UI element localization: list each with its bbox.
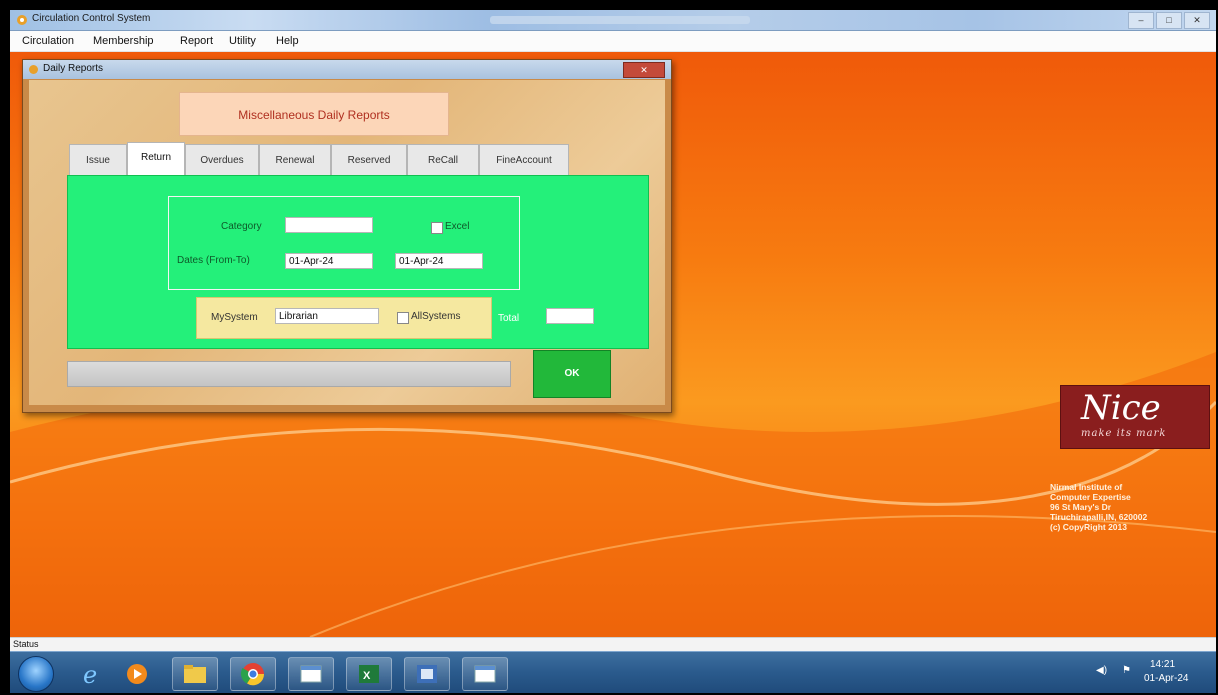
tab-recall[interactable]: ReCall — [407, 144, 479, 175]
institute-line: Computer Expertise — [1050, 492, 1131, 502]
tray-date[interactable]: 01-Apr-24 — [1144, 673, 1188, 684]
dialog-body: Miscellaneous Daily Reports Issue Return… — [29, 80, 665, 405]
institute-info: Nirmal Institute of Computer Expertise 9… — [1050, 482, 1210, 532]
tab-issue[interactable]: Issue — [69, 144, 127, 175]
tab-overdues[interactable]: Overdues — [185, 144, 259, 175]
tab-fineaccount[interactable]: FineAccount — [479, 144, 569, 175]
blurred-window-title — [490, 16, 750, 24]
chrome-taskbar-icon[interactable] — [230, 657, 276, 691]
institute-line: (c) CopyRight 2013 — [1050, 522, 1127, 532]
progress-bar — [67, 361, 511, 387]
menu-utility[interactable]: Utility — [229, 35, 256, 47]
tab-return[interactable]: Return — [127, 142, 185, 175]
dialog-title: Daily Reports — [43, 63, 104, 74]
media-player-taskbar-icon[interactable] — [114, 657, 160, 691]
app-window: Circulation Control System – □ ✕ Circula… — [10, 10, 1216, 693]
nice-logo: Nice make its mark — [1060, 385, 1210, 449]
minimize-button[interactable]: – — [1128, 12, 1154, 29]
date-to-input[interactable]: 01-Apr-24 — [395, 253, 483, 269]
title-bar: Circulation Control System – □ ✕ — [10, 10, 1216, 31]
mysystem-label: MySystem — [211, 312, 258, 323]
menu-membership[interactable]: Membership — [93, 35, 154, 47]
taskbar: e X ◀) ⚑ 14:21 01-Apr-24 — [10, 651, 1216, 693]
app-title: Circulation Control System — [32, 13, 151, 24]
app-taskbar-icon[interactable] — [404, 657, 450, 691]
total-input[interactable] — [546, 308, 594, 324]
category-label: Category — [221, 221, 262, 232]
filter-group: Category Excel Dates (From-To) 01-Apr-24… — [168, 196, 520, 290]
desktop-background: Nice make its mark Nirmal Institute of C… — [10, 52, 1216, 637]
ok-button[interactable]: OK — [533, 350, 611, 398]
window2-taskbar-icon[interactable] — [462, 657, 508, 691]
svg-text:X: X — [363, 670, 371, 682]
status-bar: Status — [10, 637, 1216, 651]
window-controls: – □ ✕ — [1128, 12, 1210, 29]
window-taskbar-icon[interactable] — [288, 657, 334, 691]
system-group: MySystem Librarian AllSystems — [196, 297, 492, 339]
total-label: Total — [498, 313, 520, 324]
allsystems-checkbox[interactable] — [397, 312, 409, 324]
institute-line: 96 St Mary's Dr — [1050, 502, 1112, 512]
menu-bar: Circulation Membership Report Utility He… — [10, 31, 1216, 52]
institute-line: Nirmal Institute of — [1050, 482, 1123, 492]
excel-taskbar-icon[interactable]: X — [346, 657, 392, 691]
tab-renewal[interactable]: Renewal — [259, 144, 331, 175]
return-tab-panel: Category Excel Dates (From-To) 01-Apr-24… — [67, 175, 649, 349]
menu-report[interactable]: Report — [180, 35, 213, 47]
folder-taskbar-icon[interactable] — [172, 657, 218, 691]
tab-reserved[interactable]: Reserved — [331, 144, 407, 175]
svg-text:e: e — [83, 661, 97, 689]
menu-circulation[interactable]: Circulation — [22, 35, 74, 47]
dialog-icon — [29, 65, 38, 74]
report-header-title: Miscellaneous Daily Reports — [238, 108, 390, 122]
report-header: Miscellaneous Daily Reports — [179, 92, 449, 136]
dialog-close-button[interactable]: ✕ — [623, 62, 665, 78]
date-from-input[interactable]: 01-Apr-24 — [285, 253, 373, 269]
close-button[interactable]: ✕ — [1184, 12, 1210, 29]
institute-line: Tiruchirapalli,IN, 620002 — [1050, 512, 1148, 522]
system-tray: ◀) ⚑ 14:21 01-Apr-24 — [1088, 658, 1208, 688]
maximize-button[interactable]: □ — [1156, 12, 1182, 29]
app-icon — [17, 15, 27, 25]
menu-help[interactable]: Help — [276, 35, 299, 47]
logo-text: Nice — [1081, 388, 1161, 428]
flag-icon[interactable]: ⚑ — [1122, 665, 1131, 676]
category-input[interactable] — [285, 217, 373, 233]
ie-taskbar-icon[interactable]: e — [68, 657, 114, 691]
allsystems-label: AllSystems — [411, 311, 461, 322]
dialog-title-bar: Daily Reports ✕ — [23, 60, 671, 79]
excel-checkbox[interactable] — [431, 222, 443, 234]
dates-label: Dates (From-To) — [177, 255, 250, 266]
excel-label: Excel — [445, 221, 470, 232]
logo-tagline: make its mark — [1081, 428, 1167, 439]
volume-icon[interactable]: ◀) — [1096, 665, 1107, 676]
daily-reports-dialog: Daily Reports ✕ Miscellaneous Daily Repo… — [22, 59, 672, 413]
tray-time[interactable]: 14:21 — [1150, 659, 1175, 670]
start-button[interactable] — [18, 656, 54, 692]
status-text: Status — [13, 639, 39, 649]
mysystem-input[interactable]: Librarian — [275, 308, 379, 324]
